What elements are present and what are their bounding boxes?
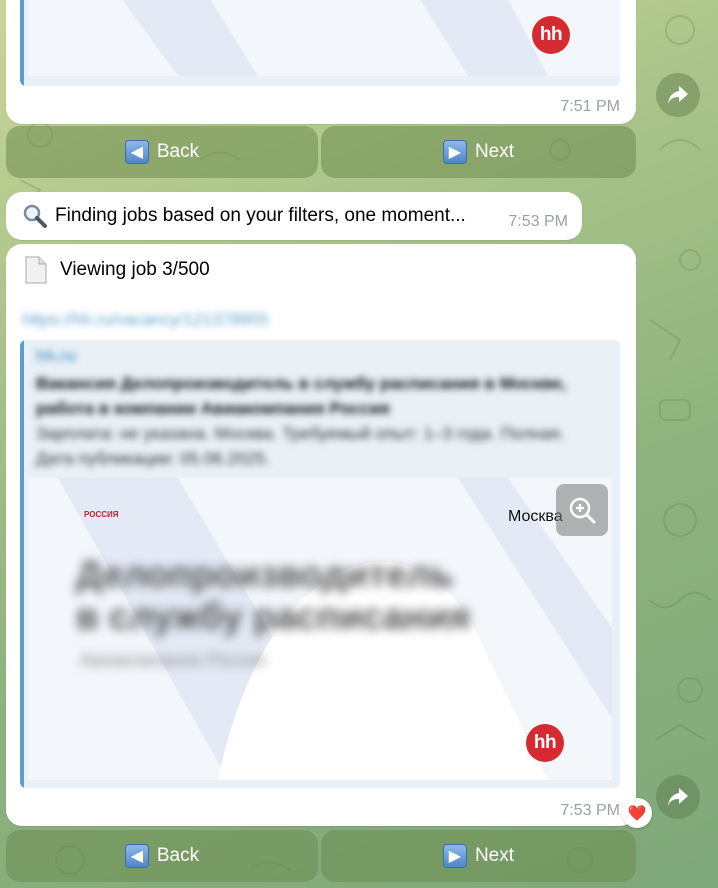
heart-icon: ❤️ — [627, 805, 647, 822]
heart-reaction[interactable]: ❤️ — [622, 798, 652, 828]
forward-button[interactable] — [656, 73, 700, 117]
zoom-button[interactable] — [556, 484, 608, 536]
hh-logo-icon: hh — [532, 16, 570, 54]
finding-text: Finding jobs based on your filters, one … — [55, 205, 466, 226]
job-link-preview[interactable]: hh.ru Вакансия Делопроизводитель в служб… — [20, 340, 620, 788]
preview-text: hh.ru Вакансия Делопроизводитель в служб… — [36, 348, 606, 471]
message-time: 7:53 PM — [560, 802, 620, 819]
left-arrow-icon: ◀ — [124, 844, 149, 868]
next-button-label: Next — [474, 141, 515, 162]
hh-logo-icon: hh — [526, 724, 564, 762]
next-button[interactable]: ▶ Next — [321, 830, 636, 882]
preview-image[interactable]: РОССИЯ Москва Делопроизводитель в службу… — [28, 478, 612, 780]
preview-accent-bar — [20, 0, 24, 86]
next-button[interactable]: ▶ Next — [321, 126, 636, 178]
hh-watermark — [122, 0, 548, 76]
page-icon — [25, 256, 47, 284]
preview-accent-bar — [20, 340, 24, 788]
back-button[interactable]: ◀ Back — [6, 830, 318, 882]
job-heading: Viewing job 3/500 — [60, 259, 210, 280]
forward-icon — [668, 86, 688, 104]
image-job-title: Делопроизводитель в службу расписания — [76, 554, 471, 637]
preview-title: Вакансия Делопроизводитель в службу расп… — [36, 374, 567, 418]
image-company: Авиакомпания Россия — [80, 650, 266, 670]
previous-preview-image[interactable]: hh — [28, 0, 620, 76]
message-time: 7:53 PM — [508, 213, 568, 230]
back-button[interactable]: ◀ Back — [6, 126, 318, 178]
right-arrow-icon: ▶ — [442, 140, 467, 164]
image-city: Москва — [508, 508, 563, 525]
magnifier-icon — [23, 204, 47, 228]
previous-message-bubble: hh 7:51 PM — [6, 0, 636, 124]
job-message-bubble: Viewing job 3/500 https://hh.ru/vacancy/… — [6, 244, 636, 826]
zoom-in-icon — [569, 497, 596, 524]
forward-icon — [668, 788, 688, 806]
right-arrow-icon: ▶ — [442, 844, 467, 868]
message-time: 7:51 PM — [560, 98, 620, 115]
vacancy-link[interactable]: https://hh.ru/vacancy/121378955 — [22, 310, 269, 330]
preview-description: Зарплата: не указана. Москва. Требуемый … — [36, 424, 565, 468]
back-button-label: Back — [156, 845, 200, 866]
image-company-logo: РОССИЯ — [84, 510, 119, 519]
previous-link-preview[interactable]: hh — [20, 0, 620, 86]
forward-button[interactable] — [656, 775, 700, 819]
next-button-label: Next — [474, 845, 515, 866]
back-button-label: Back — [156, 141, 200, 162]
left-arrow-icon: ◀ — [124, 140, 149, 164]
preview-site: hh.ru — [36, 348, 76, 365]
finding-message-bubble: Finding jobs based on your filters, one … — [6, 192, 582, 240]
